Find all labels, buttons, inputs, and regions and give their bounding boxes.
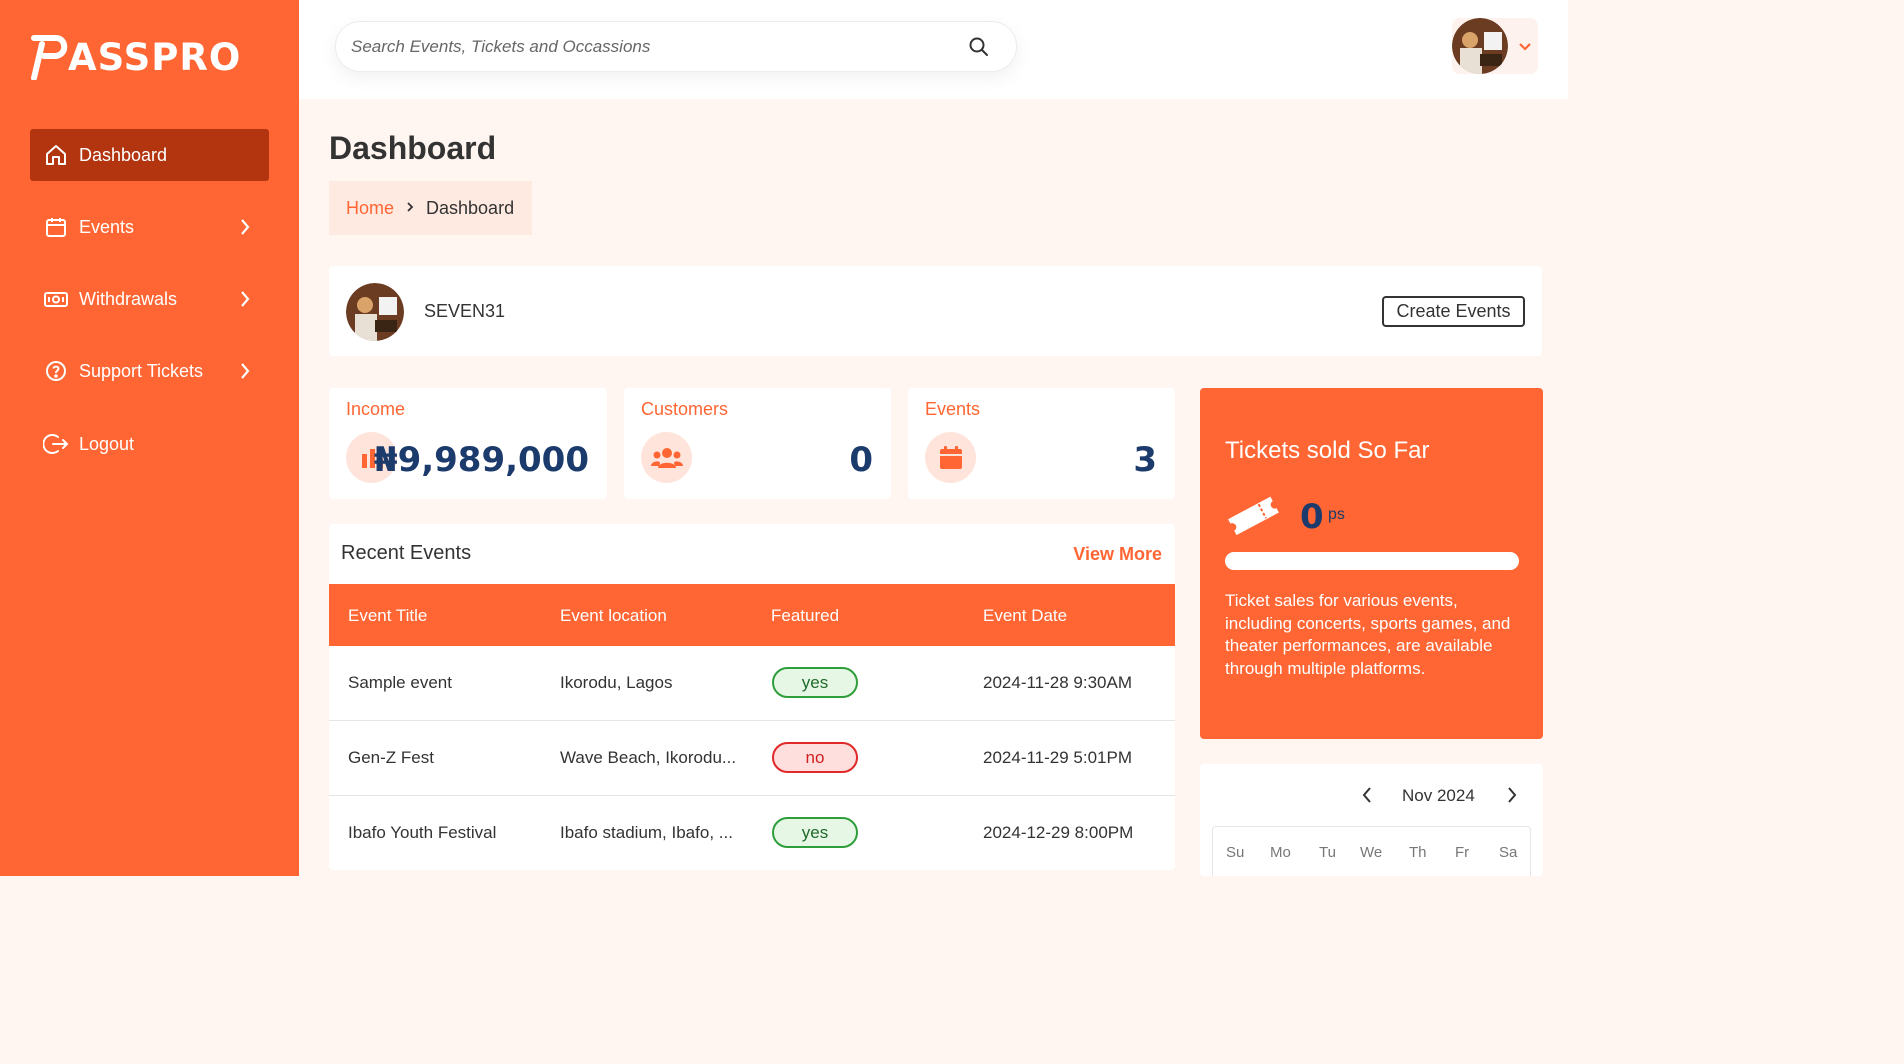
event-date: 2024-11-28 9:30AM [983,673,1133,692]
page-title: Dashboard [329,130,497,166]
event-title: Gen-Z Fest [348,748,434,767]
sidebar-item-events[interactable]: Events [30,201,269,253]
sidebar-item-label: Events [79,216,135,237]
sidebar: ASSPRO Dashboard Events Withdrawals Supp… [0,0,299,876]
weekday-label: Th [1409,844,1427,861]
recent-events-title: Recent Events [341,542,472,564]
create-events-button[interactable]: Create Events [1382,296,1525,327]
chevron-right-icon [241,291,250,307]
ticket-icon [1228,496,1279,535]
weekday-label: Fr [1455,844,1470,861]
sidebar-item-support-tickets[interactable]: Support Tickets [30,345,269,397]
chevron-right-icon [241,363,250,379]
user-menu[interactable] [1452,18,1538,74]
weekday-label: Su [1226,844,1245,861]
breadcrumb: Home Dashboard [329,181,532,235]
event-title: Ibafo Youth Festival [348,823,497,842]
customers-label: Customers [641,399,729,419]
column-header: Event Title [348,606,428,625]
chevron-right-icon [241,219,250,235]
sidebar-item-withdrawals[interactable]: Withdrawals [30,273,269,325]
search-icon[interactable] [968,36,990,63]
events-label: Events [925,399,981,419]
tickets-description: Ticket sales for various events, includi… [1225,591,1511,678]
weekday-label: Tu [1319,844,1336,861]
income-value: ₦9,989,000 [373,440,589,480]
table-row[interactable]: Sample event Ikorodu, Lagos yes 2024-11-… [329,646,1175,721]
events-value: 3 [1133,440,1157,480]
logout-icon [43,431,69,457]
sidebar-item-label: Dashboard [79,144,168,165]
username: SEVEN31 [424,301,506,321]
table-row[interactable]: Gen-Z Fest Wave Beach, Ikorodu... no 202… [329,721,1175,796]
sidebar-item-label: Support Tickets [79,360,204,381]
users-icon [641,432,692,483]
tickets-count: 0 [1300,497,1324,537]
events-card: Events 3 [908,388,1175,499]
featured-badge: yes [772,667,858,698]
calendar: Nov 2024 Su Mo Tu We Th Fr Sa [1200,764,1543,876]
table-row[interactable]: Ibafo Youth Festival Ibafo stadium, Ibaf… [329,796,1175,870]
event-location: Ibafo stadium, Ibafo, ... [560,823,733,842]
column-header: Event Date [983,606,1068,625]
event-location: Wave Beach, Ikorodu... [560,748,737,767]
chevron-right-icon [406,200,414,216]
top-bar [299,0,1568,99]
sidebar-item-logout[interactable]: Logout [30,418,269,470]
income-label: Income [346,399,406,419]
tickets-progress-bar [1225,552,1519,570]
help-icon [43,358,69,384]
sidebar-item-label: Withdrawals [79,288,178,309]
table-header: Event Title Event location Featured Even… [329,584,1175,646]
customers-card: Customers 0 [624,388,891,499]
column-header: Event location [560,606,667,625]
profile-card: SEVEN31 Create Events [329,266,1542,356]
cash-icon [43,286,69,312]
calendar-icon [925,432,976,483]
logo[interactable]: ASSPRO [30,34,241,80]
weekday-label: Sa [1499,844,1518,861]
breadcrumb-current: Dashboard [426,197,515,218]
event-title: Sample event [348,673,452,692]
chevron-left-icon[interactable] [1360,784,1374,811]
home-icon [43,142,69,168]
recent-events-panel: Recent Events View More Event Title Even… [329,524,1175,870]
sidebar-item-label: Logout [79,433,135,454]
event-location: Ikorodu, Lagos [560,673,673,692]
logo-text: ASSPRO [68,35,242,79]
weekday-label: Mo [1270,844,1291,861]
event-date: 2024-12-29 8:00PM [983,823,1134,842]
tickets-title: Tickets sold So Far [1225,437,1430,464]
event-date: 2024-11-29 5:01PM [983,748,1133,767]
income-card: Income ₦9,989,000 [329,388,607,499]
breadcrumb-home-link[interactable]: Home [346,198,394,219]
column-header: Featured [771,606,840,625]
avatar [346,283,404,341]
customers-value: 0 [849,440,873,480]
sidebar-item-dashboard[interactable]: Dashboard [30,129,269,181]
calendar-grid: Su Mo Tu We Th Fr Sa [1212,826,1531,876]
search-bar [335,21,1017,72]
calendar-icon [43,214,69,240]
search-input[interactable] [351,36,951,57]
tickets-sold-card: Tickets sold So Far 0 ps Ticket sales fo… [1200,388,1543,739]
avatar [1452,18,1508,74]
featured-badge: yes [772,817,858,848]
featured-badge: no [772,742,858,773]
calendar-month: Nov 2024 [1402,786,1475,805]
chevron-down-icon [1519,43,1531,51]
view-more-link[interactable]: View More [1073,544,1162,565]
chevron-right-icon[interactable] [1505,784,1519,811]
passpro-logo-icon [31,35,68,80]
tickets-unit: ps [1328,506,1345,523]
weekday-label: We [1360,844,1383,861]
